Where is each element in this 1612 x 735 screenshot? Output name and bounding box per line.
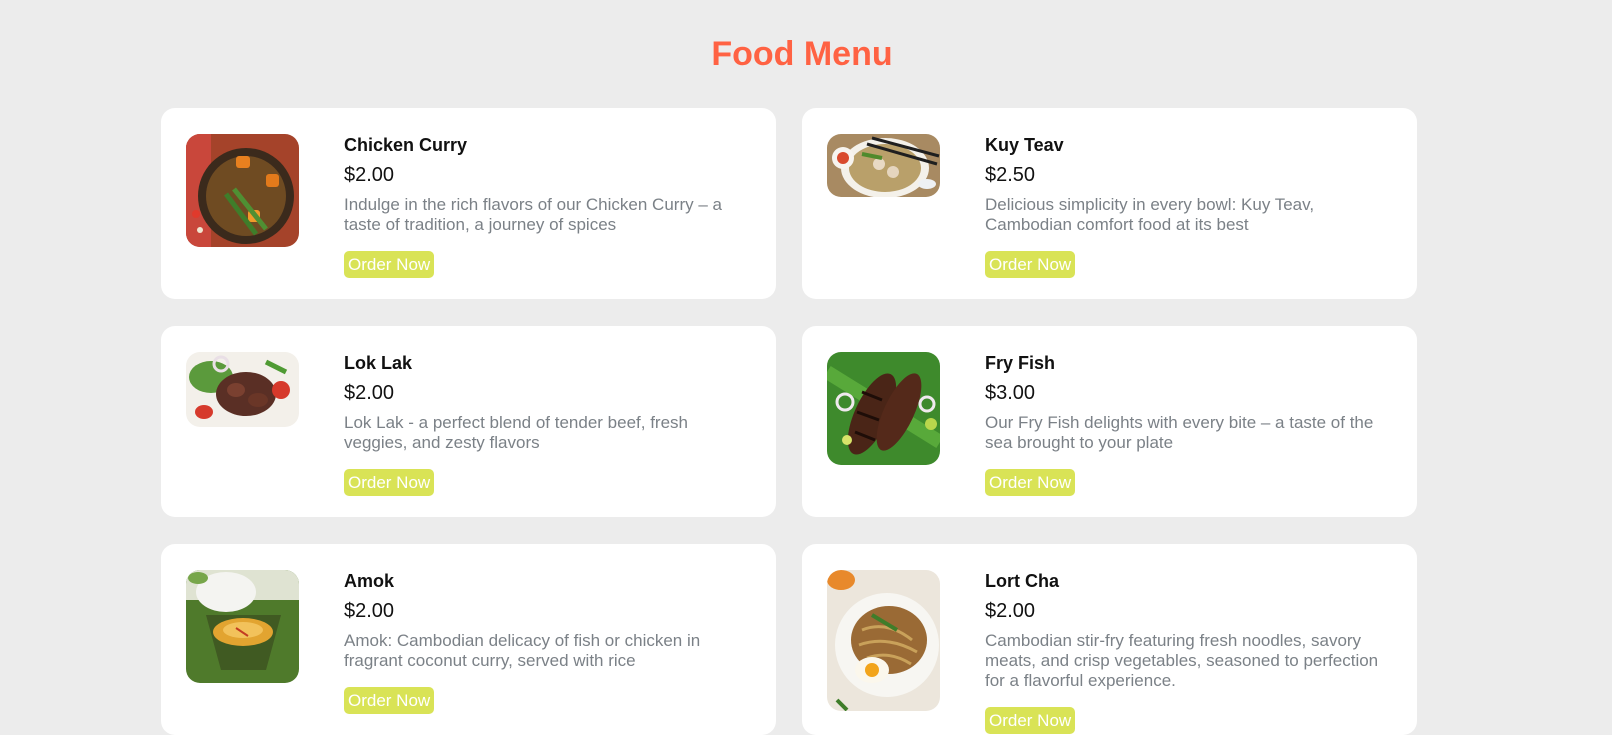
item-name: Kuy Teav xyxy=(985,135,1064,155)
menu-card-lok-lak: Lok Lak $2.00 Lok Lak - a perfect blend … xyxy=(161,326,776,517)
fry-fish-image xyxy=(827,352,940,465)
amok-image xyxy=(186,570,299,683)
order-now-button[interactable]: Order Now xyxy=(985,251,1076,278)
item-name: Amok xyxy=(344,571,395,591)
menu-card-chicken-curry: Chicken Curry $2.00 Indulge in the rich … xyxy=(161,108,776,299)
item-price: $2.00 xyxy=(985,600,1036,622)
menu-card-info: Fry Fish $3.00 Our Fry Fish delights wit… xyxy=(985,353,1385,496)
menu-card-fry-fish: Fry Fish $3.00 Our Fry Fish delights wit… xyxy=(802,326,1417,517)
item-price: $3.00 xyxy=(985,382,1036,404)
menu-card-lort-cha: Lort Cha $2.00 Cambodian stir-fry featur… xyxy=(802,544,1417,735)
item-description: Cambodian stir-fry featuring fresh noodl… xyxy=(985,631,1379,690)
lok-lak-image xyxy=(186,352,299,427)
kuy-teav-image xyxy=(827,134,940,197)
menu-card-info: Lort Cha $2.00 Cambodian stir-fry featur… xyxy=(985,571,1385,734)
order-now-button[interactable]: Order Now xyxy=(985,469,1076,496)
order-now-button[interactable]: Order Now xyxy=(985,707,1076,734)
chicken-curry-image xyxy=(186,134,299,247)
item-name: Lort Cha xyxy=(985,571,1059,591)
menu-card-info: Lok Lak $2.00 Lok Lak - a perfect blend … xyxy=(344,353,744,496)
lort-cha-image xyxy=(827,570,940,711)
item-price: $2.00 xyxy=(344,164,395,186)
item-description: Lok Lak - a perfect blend of tender beef… xyxy=(344,413,688,452)
menu-grid: Chicken Curry $2.00 Indulge in the rich … xyxy=(161,108,1417,735)
item-description: Indulge in the rich flavors of our Chick… xyxy=(344,195,722,234)
order-now-button[interactable]: Order Now xyxy=(344,687,435,714)
item-name: Fry Fish xyxy=(985,353,1056,373)
menu-card-amok: Amok $2.00 Amok: Cambodian delicacy of f… xyxy=(161,544,776,735)
menu-card-info: Kuy Teav $2.50 Delicious simplicity in e… xyxy=(985,135,1385,278)
order-now-button[interactable]: Order Now xyxy=(344,251,435,278)
menu-card-info: Amok $2.00 Amok: Cambodian delicacy of f… xyxy=(344,571,744,714)
item-name: Chicken Curry xyxy=(344,135,468,155)
item-description: Amok: Cambodian delicacy of fish or chic… xyxy=(344,631,701,670)
item-description: Our Fry Fish delights with every bite – … xyxy=(985,413,1374,452)
item-price: $2.50 xyxy=(985,164,1036,186)
menu-card-kuy-teav: Kuy Teav $2.50 Delicious simplicity in e… xyxy=(802,108,1417,299)
item-description: Delicious simplicity in every bowl: Kuy … xyxy=(985,195,1315,234)
item-name: Lok Lak xyxy=(344,353,413,373)
menu-card-info: Chicken Curry $2.00 Indulge in the rich … xyxy=(344,135,744,278)
item-price: $2.00 xyxy=(344,600,395,622)
order-now-button[interactable]: Order Now xyxy=(344,469,435,496)
item-price: $2.00 xyxy=(344,382,395,404)
page-title: Food Menu xyxy=(711,35,893,73)
